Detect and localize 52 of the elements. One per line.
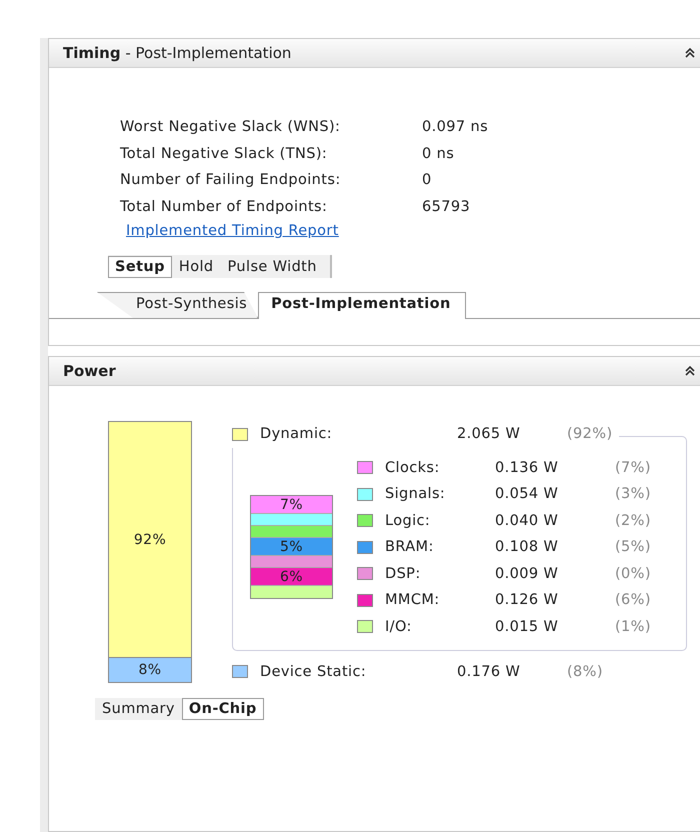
check-tab[interactable]: Pulse Width (220, 256, 324, 278)
power-label: BRAM: (385, 539, 435, 555)
collapse-icon[interactable] (684, 365, 696, 377)
check-tab[interactable]: Hold (172, 256, 221, 278)
power-label: Logic: (385, 512, 432, 528)
power-bar-segment: 92% (109, 422, 191, 657)
power-value: 2.065 W (457, 426, 522, 442)
stage-tab[interactable]: Post-Implementation (258, 292, 466, 319)
power-label: Signals: (385, 486, 446, 502)
power-percent: (7%) (615, 460, 651, 476)
power-label: MMCM: (385, 592, 441, 608)
metric-label: Total Number of Endpoints: (120, 198, 328, 215)
power-percent: (8%) (567, 664, 604, 680)
power-value: 0.176 W (457, 664, 522, 680)
power-value: 0.136 W (495, 460, 560, 476)
view-tab[interactable]: Summary (95, 698, 182, 720)
panel-title: Power (63, 362, 116, 380)
power-percent: (1%) (615, 618, 651, 634)
metric-label: Number of Failing Endpoints: (120, 172, 342, 188)
power-percent: (0%) (615, 566, 651, 582)
metric-label: Total Negative Slack (TNS): (120, 146, 328, 162)
power-label: Dynamic: (260, 426, 334, 442)
power-bar-segment: 7% (251, 496, 332, 514)
power-percent: (92%) (567, 426, 613, 442)
view-tab[interactable]: On-Chip (182, 698, 264, 720)
power-percent: (5%) (615, 539, 651, 555)
power-value: 0.108 W (495, 539, 560, 555)
metric-value: 0 ns (422, 146, 456, 162)
power-label: Device Static: (260, 664, 368, 680)
power-percent: (3%) (615, 486, 651, 502)
panel-title: Timing - Post-Implementation (63, 44, 292, 62)
power-value: 0.009 W (495, 566, 560, 582)
collapse-icon[interactable] (684, 47, 696, 59)
timing-report-link[interactable]: Implemented Timing Report (126, 223, 339, 239)
stage-tab[interactable]: Post-Synthesis (97, 292, 258, 318)
power-value: 0.040 W (495, 512, 560, 528)
metric-label: Worst Negative Slack (WNS): (120, 119, 342, 136)
check-tab[interactable]: Setup (108, 256, 172, 278)
metric-value: 0 (422, 172, 433, 188)
power-value: 0.126 W (495, 592, 560, 608)
metric-value: 65793 (422, 198, 472, 215)
power-label: DSP: (385, 566, 422, 582)
power-bar-segment: 8% (109, 657, 191, 682)
power-bar-segment: 6% (251, 568, 332, 586)
power-label: I/O: (385, 618, 413, 634)
power-value: 0.015 W (495, 618, 560, 634)
power-percent: (6%) (615, 592, 651, 608)
power-label: Clocks: (385, 460, 441, 476)
power-bar-segment: 5% (251, 538, 332, 556)
power-value: 0.054 W (495, 486, 560, 502)
power-percent: (2%) (615, 512, 651, 528)
metric-value: 0.097 ns (422, 119, 490, 136)
